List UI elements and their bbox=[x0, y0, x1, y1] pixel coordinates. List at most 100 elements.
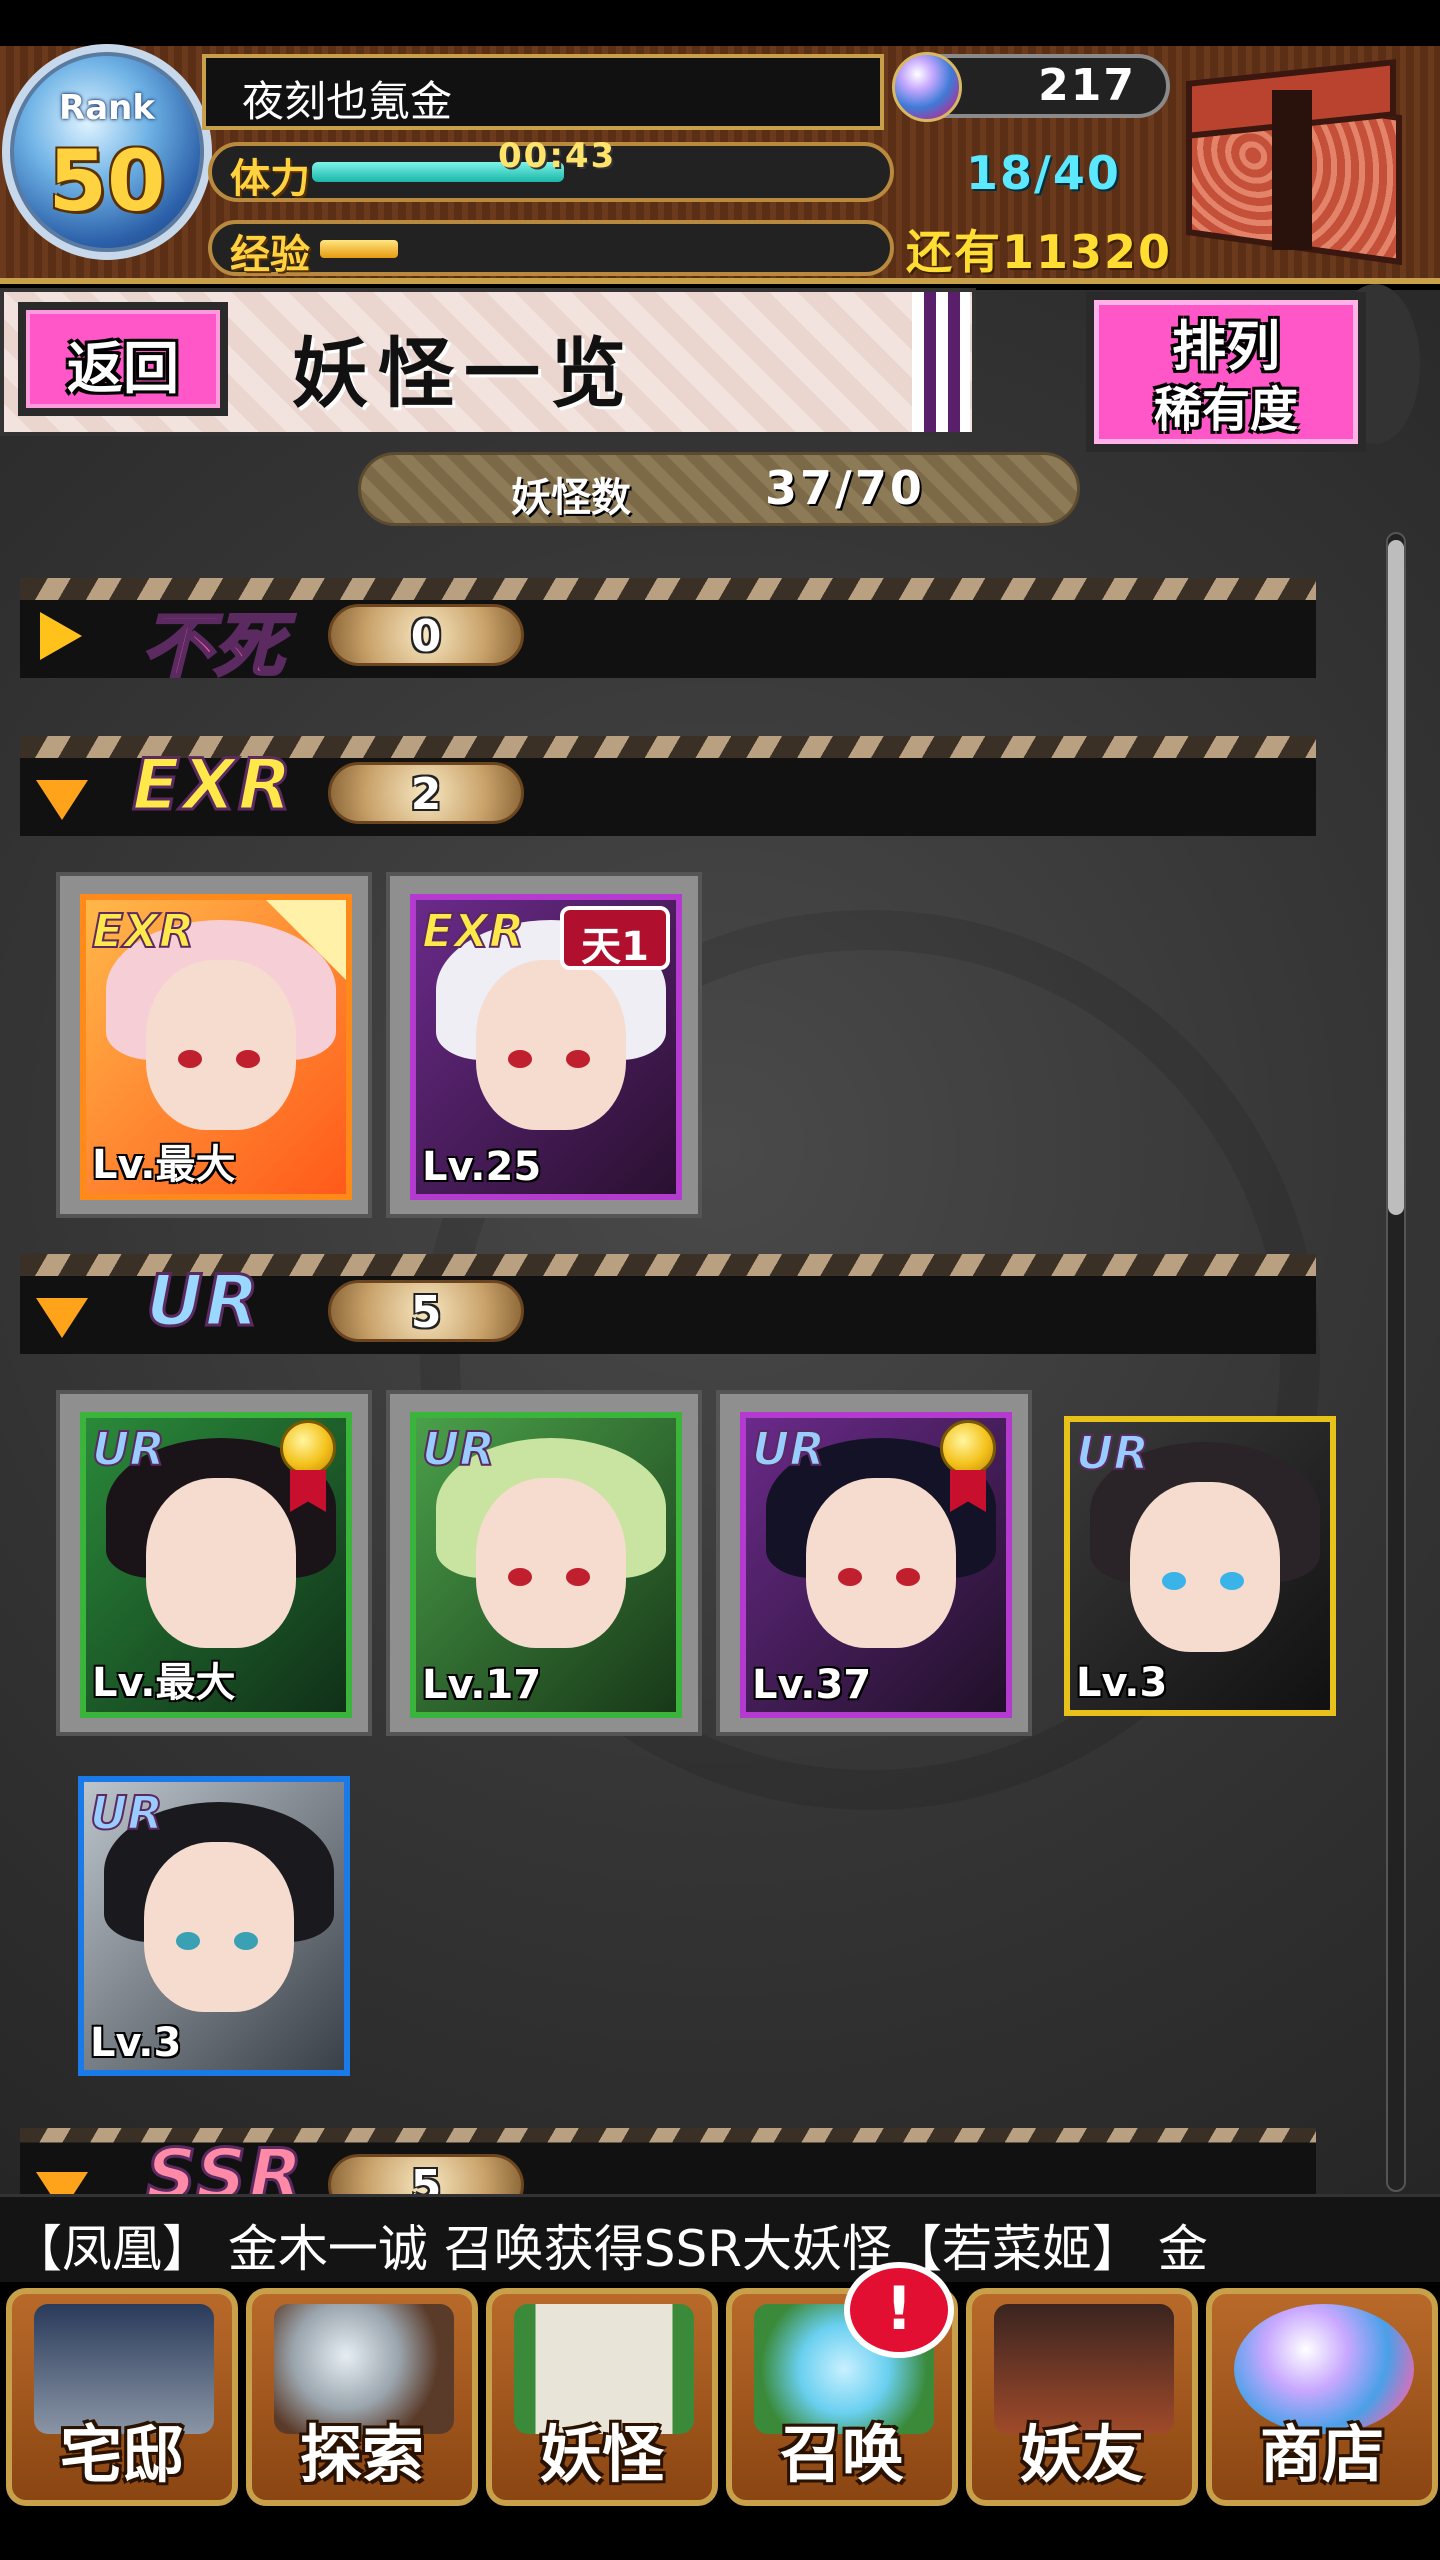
rarity-count-pill: 2 bbox=[328, 762, 524, 824]
character-face bbox=[146, 960, 296, 1130]
tab-label: 宅邸 bbox=[59, 2418, 184, 2491]
youkai-card-portrait: EXR Lv.最大 bbox=[80, 894, 352, 1200]
back-button-label: 返回 bbox=[67, 337, 179, 402]
character-eye bbox=[896, 1568, 920, 1586]
card-level: Lv.25 bbox=[422, 1144, 542, 1190]
ranking-badge: 天1 bbox=[560, 906, 670, 970]
scrollbar-thumb[interactable] bbox=[1388, 540, 1404, 1215]
character-eye bbox=[1162, 1572, 1186, 1590]
youkai-card-portrait: 天1 EXR Lv.25 bbox=[410, 894, 682, 1200]
gold-medal-icon bbox=[940, 1420, 996, 1476]
card-rarity: UR bbox=[89, 1785, 164, 1841]
character-eye bbox=[234, 1932, 258, 1950]
gem-counter[interactable]: 217 bbox=[892, 52, 1170, 122]
exp-bar-fill bbox=[320, 240, 398, 258]
collapsed-arrow-icon bbox=[40, 612, 82, 660]
character-eye bbox=[508, 1568, 532, 1586]
status-bar bbox=[0, 0, 1440, 46]
stamina-count: 18/40 bbox=[966, 146, 1121, 200]
alert-icon: ! bbox=[885, 2274, 913, 2344]
rarity-label: EXR bbox=[131, 743, 294, 828]
character-face bbox=[476, 960, 626, 1130]
rarity-count: 0 bbox=[410, 611, 442, 662]
bottom-tab-bar: 宅邸 探索 妖怪 召唤 妖友 商店 bbox=[0, 2282, 1440, 2510]
player-name-box: 夜刻也氪金 bbox=[202, 54, 884, 130]
rarity-count-pill: 5 bbox=[328, 1280, 524, 1342]
youkai-count: 妖怪数 37/70 bbox=[358, 452, 1080, 526]
section-header-immortal[interactable]: 不死 0 bbox=[20, 578, 1316, 689]
rank-value: 50 bbox=[48, 132, 166, 230]
expanded-arrow-icon bbox=[36, 2172, 88, 2194]
character-face bbox=[146, 1478, 296, 1648]
character-eye bbox=[236, 1050, 260, 1068]
youkai-card-portrait: UR Lv.17 bbox=[410, 1412, 682, 1718]
youkai-card-portrait: UR Lv.最大 bbox=[80, 1412, 352, 1718]
tab-shop[interactable]: 商店 bbox=[1206, 2288, 1438, 2506]
rank-badge: Rank 50 bbox=[2, 44, 212, 260]
tab-mansion[interactable]: 宅邸 bbox=[6, 2288, 238, 2506]
character-eye bbox=[508, 1050, 532, 1068]
gift-box-button[interactable] bbox=[1176, 58, 1416, 266]
card-level: Lv.最大 bbox=[92, 1142, 236, 1188]
rarity-count-pill: 5 bbox=[328, 2154, 524, 2194]
section-header-exr[interactable]: EXR 2 bbox=[20, 736, 1316, 836]
expanded-arrow-icon bbox=[36, 780, 88, 820]
character-face bbox=[144, 1842, 294, 2012]
youkai-card[interactable]: EXR Lv.最大 bbox=[56, 872, 372, 1218]
card-level: Lv.3 bbox=[1076, 1660, 1168, 1706]
stamina-bar: 体力 00:43 bbox=[208, 136, 894, 202]
youkai-card[interactable]: UR Lv.17 bbox=[386, 1390, 702, 1736]
rarity-label: UR bbox=[145, 1259, 261, 1344]
rarity-label: SSR bbox=[144, 2133, 305, 2195]
card-level: Lv.最大 bbox=[92, 1660, 236, 1706]
ranking-badge-text: 天1 bbox=[581, 924, 649, 970]
character-eye bbox=[566, 1568, 590, 1586]
title-banner-stripe bbox=[912, 292, 970, 432]
card-rarity: UR bbox=[91, 1421, 166, 1477]
news-ticker: 【凤凰】 金木一诚 召唤获得SSR大妖怪【若菜姬】 金 bbox=[0, 2194, 1440, 2282]
sort-button[interactable]: 排列 稀有度 bbox=[1086, 292, 1366, 452]
section-header-ur[interactable]: UR 5 bbox=[20, 1254, 1316, 1354]
card-level: Lv.17 bbox=[422, 1662, 542, 1708]
rarity-count: 5 bbox=[410, 1287, 442, 1338]
character-face bbox=[476, 1478, 626, 1648]
character-eye bbox=[176, 1932, 200, 1950]
stamina-timer: 00:43 bbox=[498, 136, 617, 176]
exp-bar: 经验 bbox=[208, 220, 894, 278]
rank-label: Rank bbox=[59, 88, 155, 128]
card-rarity: UR bbox=[421, 1421, 496, 1477]
back-button[interactable]: 返回 bbox=[18, 302, 228, 416]
tab-label: 探索 bbox=[299, 2418, 424, 2491]
rarity-count: 2 bbox=[410, 769, 442, 820]
youkai-card[interactable]: UR Lv.3 bbox=[78, 1776, 350, 2076]
gem-count: 217 bbox=[1038, 60, 1136, 111]
tab-friends[interactable]: 妖友 bbox=[966, 2288, 1198, 2506]
youkai-count-label: 妖怪数 bbox=[511, 475, 631, 521]
gift-box-ribbon bbox=[1272, 90, 1312, 250]
youkai-card[interactable]: UR Lv.37 bbox=[716, 1390, 1032, 1736]
card-level: Lv.37 bbox=[752, 1662, 872, 1708]
youkai-count-value: 37/70 bbox=[765, 461, 925, 515]
page-title: 妖怪一览 bbox=[292, 329, 636, 418]
card-rarity: UR bbox=[1075, 1425, 1150, 1481]
card-rarity: EXR bbox=[91, 903, 195, 959]
tab-youkai[interactable]: 妖怪 bbox=[486, 2288, 718, 2506]
character-face bbox=[806, 1478, 956, 1648]
character-eye bbox=[566, 1050, 590, 1068]
sort-button-value: 稀有度 bbox=[1153, 382, 1298, 438]
youkai-card[interactable]: UR Lv.最大 bbox=[56, 1390, 372, 1736]
exp-remaining: 还有11320 bbox=[906, 225, 1173, 279]
expanded-arrow-icon bbox=[36, 1298, 88, 1338]
character-face bbox=[1130, 1482, 1280, 1652]
section-header-ssr[interactable]: SSR 5 bbox=[20, 2128, 1316, 2194]
youkai-card-portrait: UR Lv.37 bbox=[740, 1412, 1012, 1718]
tab-explore[interactable]: 探索 bbox=[246, 2288, 478, 2506]
character-eye bbox=[178, 1050, 202, 1068]
summon-alert-badge: ! bbox=[844, 2262, 954, 2358]
card-level: Lv.3 bbox=[90, 2020, 182, 2066]
gem-orb-icon bbox=[892, 52, 962, 122]
youkai-card[interactable]: UR Lv.3 bbox=[1064, 1416, 1336, 1716]
gold-medal-icon bbox=[280, 1420, 336, 1476]
youkai-card[interactable]: 天1 EXR Lv.25 bbox=[386, 872, 702, 1218]
news-ticker-text: 【凤凰】 金木一诚 召唤获得SSR大妖怪【若菜姬】 金 bbox=[12, 2220, 1208, 2278]
